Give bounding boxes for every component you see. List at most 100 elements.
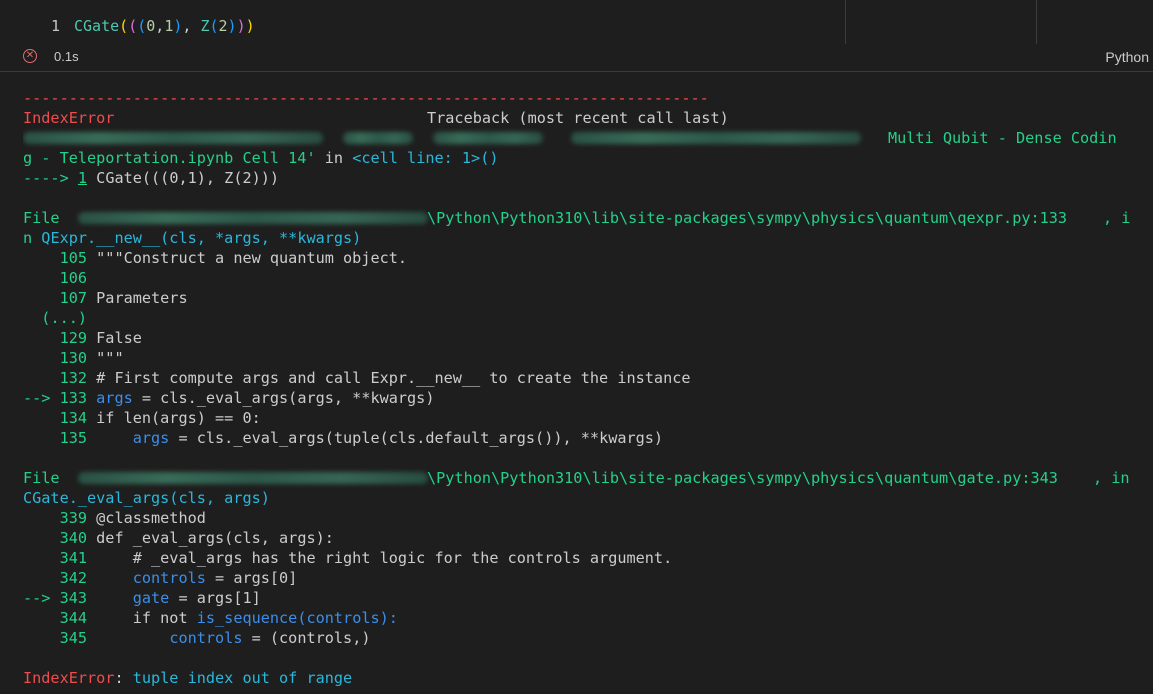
elided-lines: (...) bbox=[41, 309, 88, 327]
redacted-path bbox=[78, 212, 428, 224]
code-highlight: is_sequence(controls): bbox=[196, 609, 398, 627]
current-line-arrow: --> bbox=[23, 389, 60, 407]
frame-function: QExpr.__new__(cls, *args, **kwargs) bbox=[41, 229, 362, 247]
code-text: False bbox=[87, 329, 142, 347]
frame-function-line: CGate._eval_args(cls, args) bbox=[23, 488, 1143, 508]
redacted-path bbox=[23, 132, 323, 144]
text-in-tail: , in bbox=[1093, 469, 1130, 487]
traceback-header: Traceback (most recent call last) bbox=[427, 109, 729, 127]
redacted-path bbox=[571, 132, 861, 144]
code-line-number: 344 bbox=[59, 609, 88, 627]
code-text: # _eval_args has the right logic for the… bbox=[87, 549, 673, 567]
code-line-number: 135 bbox=[59, 429, 88, 447]
code-token-bracket: ( bbox=[137, 17, 147, 35]
code-line-number: 105 bbox=[59, 249, 88, 267]
file-label: File bbox=[23, 469, 69, 487]
frame-code-line: 107 Parameters bbox=[23, 288, 1143, 308]
frame-function: CGate._eval_args(cls, args) bbox=[23, 489, 270, 507]
cell-line-ref: <cell line: 1>() bbox=[352, 149, 499, 167]
frame-code-line: 135 args = cls._eval_args(tuple(cls.defa… bbox=[23, 428, 1143, 448]
code-highlight: controls bbox=[132, 569, 206, 587]
line-prefix bbox=[23, 569, 60, 587]
code-highlight: args bbox=[132, 429, 170, 447]
line-number: 1 bbox=[50, 17, 60, 35]
code-token-bracket: ( bbox=[119, 17, 129, 35]
error-type: IndexError bbox=[23, 109, 115, 127]
frame-code-lines: 339 @classmethod 340 def _eval_args(cls,… bbox=[23, 508, 1143, 648]
frame-code-line: 134 if len(args) == 0: bbox=[23, 408, 1143, 428]
cell-output[interactable]: ----------------------------------------… bbox=[23, 88, 1143, 688]
code-line[interactable]: CGate(((0,1), Z(2))) bbox=[74, 17, 255, 35]
text-in-tail: n bbox=[23, 229, 42, 247]
editor-divider bbox=[845, 0, 846, 44]
traceback-header-line: IndexError Traceback (most recent call la… bbox=[23, 108, 1143, 128]
line-prefix bbox=[23, 249, 60, 267]
frame-code-line: 345 controls = (controls,) bbox=[23, 628, 1143, 648]
frame-code-line: 132 # First compute args and call Expr._… bbox=[23, 368, 1143, 388]
redacted-path bbox=[433, 132, 543, 144]
file-path-link[interactable]: \Python\Python310\lib\site-packages\symp… bbox=[427, 208, 1067, 228]
line-prefix bbox=[23, 409, 60, 427]
final-error-type: IndexError bbox=[23, 669, 115, 687]
code-line-number: 343 bbox=[59, 589, 88, 607]
code-text: if not bbox=[87, 609, 197, 627]
code-line-number: 129 bbox=[59, 329, 88, 347]
code-line-number: 341 bbox=[59, 549, 88, 567]
current-line-arrow: --> bbox=[23, 589, 60, 607]
line-prefix bbox=[23, 549, 60, 567]
code-token-bracket: ( bbox=[209, 17, 219, 35]
code-text: if len(args) == 0: bbox=[87, 409, 261, 427]
line-prefix bbox=[23, 609, 60, 627]
line-prefix bbox=[23, 429, 60, 447]
frame-code-line: 130 """ bbox=[23, 348, 1143, 368]
code-token-bracket: ) bbox=[245, 17, 255, 35]
frame-file-line: File \Python\Python310\lib\site-packages… bbox=[23, 468, 1143, 488]
code-text: = (controls,) bbox=[242, 629, 371, 647]
error-circle-icon[interactable]: ✕ bbox=[23, 49, 37, 63]
cell-language-button[interactable]: Python bbox=[1105, 49, 1149, 65]
code-token-comma: , bbox=[182, 17, 201, 35]
code-line-number: 134 bbox=[59, 409, 88, 427]
redacted-path bbox=[343, 132, 413, 144]
cell-reference-line-2: g - Teleportation.ipynb Cell 14' in <cel… bbox=[23, 148, 1143, 168]
frame-code-line: 344 if not is_sequence(controls): bbox=[23, 608, 1143, 628]
frame-file-line: File \Python\Python310\lib\site-packages… bbox=[23, 208, 1143, 228]
notebook-cell[interactable]: 1 CGate(((0,1), Z(2))) ✕ 0.1s Python bbox=[0, 0, 1153, 72]
traceback-code-line: ----> 1 CGate(((0,1), Z(2))) bbox=[23, 168, 1143, 188]
cell-reference-link[interactable]: Multi Qubit - Dense Codin bbox=[888, 128, 1117, 148]
redacted-path bbox=[78, 472, 428, 484]
code-highlight: gate bbox=[132, 589, 170, 607]
code-text: = cls._eval_args(args, **kwargs) bbox=[132, 389, 435, 407]
code-line-number: 340 bbox=[59, 529, 88, 547]
line-link[interactable]: 1 bbox=[78, 169, 87, 187]
traceback-code: CGate(((0,1), Z(2))) bbox=[87, 169, 280, 187]
frame-code-line-current: --> 343 gate = args[1] bbox=[23, 588, 1143, 608]
code-line-number: 132 bbox=[59, 369, 88, 387]
code-editor[interactable]: 1 CGate(((0,1), Z(2))) bbox=[0, 0, 1153, 44]
code-line-number: 339 bbox=[59, 509, 88, 527]
line-prefix bbox=[23, 309, 41, 327]
frame-code-line: (...) bbox=[23, 308, 1143, 328]
code-token-bracket: ) bbox=[236, 17, 246, 35]
code-text: Parameters bbox=[87, 289, 188, 307]
file-path-link[interactable]: \Python\Python310\lib\site-packages\symp… bbox=[427, 468, 1058, 488]
code-token-bracket: ( bbox=[128, 17, 138, 35]
text-in-tail: , i bbox=[1103, 209, 1131, 227]
cell-reference-link[interactable]: g - Teleportation.ipynb Cell 14' bbox=[23, 149, 316, 167]
code-line-number: 107 bbox=[59, 289, 88, 307]
line-prefix bbox=[23, 289, 60, 307]
code-text: = args[1] bbox=[169, 589, 261, 607]
code-text: # First compute args and call Expr.__new… bbox=[87, 369, 691, 387]
code-token-number: 2 bbox=[218, 17, 228, 35]
arrow-prefix: ----> bbox=[23, 169, 78, 187]
final-error-message: tuple index out of range bbox=[132, 669, 353, 687]
cell-reference-line: Multi Qubit - Dense Codin bbox=[23, 128, 1143, 148]
editor-divider bbox=[1036, 0, 1037, 44]
frame-code-line: 340 def _eval_args(cls, args): bbox=[23, 528, 1143, 548]
line-prefix bbox=[23, 629, 60, 647]
file-label: File bbox=[23, 209, 69, 227]
